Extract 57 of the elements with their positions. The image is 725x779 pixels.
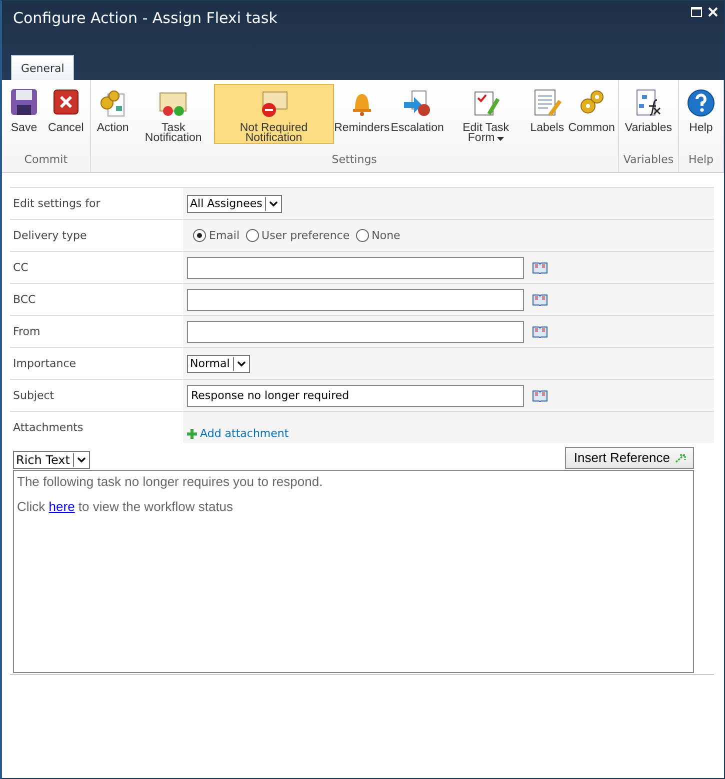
ribbon-button[interactable]: Action (92, 84, 133, 144)
dropdown[interactable]: Normal (187, 354, 250, 372)
caret-icon (76, 457, 86, 463)
editor-paragraph: The following task no longer requires you to respond. (17, 474, 324, 489)
caret-icon (236, 360, 246, 366)
group-label: Variables (622, 152, 675, 168)
caret-icon (269, 200, 278, 206)
ribbon-tab[interactable]: General (11, 55, 74, 80)
editor-paragraph: Click here to view the workflow status (17, 499, 234, 514)
text-field[interactable] (187, 320, 524, 342)
radio-option[interactable]: User preference (246, 229, 350, 242)
field-label: BCC (12, 292, 37, 308)
group-label: Help (687, 152, 715, 168)
escalation-icon (402, 88, 432, 118)
here-link[interactable]: here (48, 499, 75, 514)
radio-option[interactable]: Email (193, 229, 240, 242)
rich-text-editor[interactable]: The following task no longer requires you to respond. Click here to view the workflow status (13, 470, 694, 673)
ribbon-button[interactable]: Not Required Notification (214, 84, 334, 144)
ribbon-button[interactable]: Variables (620, 84, 676, 144)
ribbon-button[interactable]: Cancel (44, 84, 88, 144)
arrow-icon (675, 452, 687, 462)
radio-option[interactable]: None (356, 229, 400, 242)
close-icon[interactable] (708, 7, 718, 17)
dropdown[interactable]: All Assignees (187, 194, 282, 212)
field-label: Edit settings for (12, 196, 102, 212)
ribbon-button[interactable]: Help (681, 84, 721, 144)
ribbon-button[interactable]: Task Notification (132, 84, 214, 144)
address-book-icon[interactable] (532, 293, 548, 306)
text-field[interactable] (187, 256, 524, 278)
ribbon-button[interactable]: Edit Task Form (444, 84, 528, 144)
ribbon-button[interactable]: Escalation (390, 84, 444, 144)
add-attachment-link[interactable]: Add attachment (187, 415, 289, 440)
field-label: Delivery type (12, 228, 88, 244)
address-book-icon[interactable] (532, 261, 548, 274)
text-field[interactable]: Response no longer required (187, 384, 524, 406)
ribbon-button[interactable]: Common (567, 84, 616, 144)
plus-icon (187, 428, 197, 438)
insert-reference-button[interactable]: Insert Reference (564, 447, 694, 469)
ribbon-button[interactable]: Reminders (334, 84, 390, 144)
group-label: Settings (330, 152, 378, 168)
field-label: CC (12, 260, 30, 276)
address-book-icon[interactable] (532, 389, 548, 402)
save-icon (10, 88, 38, 118)
window-title: Configure Action - Assign Flexi task (12, 8, 278, 27)
maximize-icon[interactable] (691, 7, 702, 17)
ribbon-button[interactable]: Save (4, 84, 44, 144)
help-icon (686, 88, 716, 118)
text-field[interactable] (187, 288, 524, 310)
field-label: Importance (12, 356, 78, 372)
address-book-icon[interactable] (532, 325, 548, 338)
pencil-document-icon (532, 88, 562, 118)
field-label: Subject (12, 388, 56, 404)
group-label: Commit (23, 152, 69, 168)
ribbon-button[interactable]: Labels (527, 84, 568, 144)
field-label: Attachments (12, 420, 84, 436)
format-dropdown[interactable]: Rich Text (13, 451, 90, 469)
field-label: From (12, 324, 42, 340)
